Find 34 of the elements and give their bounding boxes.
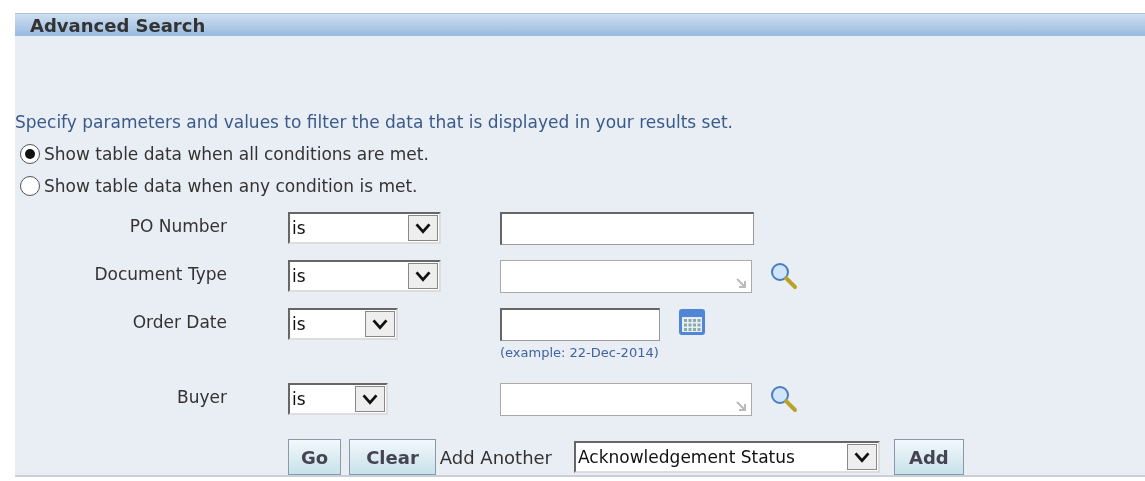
operator-select[interactable]: is (288, 308, 398, 340)
caret-icon (847, 444, 877, 470)
operator-select[interactable]: is (288, 212, 441, 244)
operator-select[interactable]: is (288, 383, 388, 415)
go-button[interactable]: Go (288, 439, 342, 475)
search-icon[interactable] (770, 385, 798, 413)
resize-corner-icon (735, 277, 747, 289)
radio-label: Show table data when all conditions are met. (44, 144, 429, 164)
condition-label: Order Date (132, 311, 227, 334)
condition-label: Document Type (94, 263, 227, 286)
caret-icon (408, 215, 438, 241)
caret-icon (408, 263, 438, 289)
operator-select[interactable]: is (288, 260, 441, 292)
caret-icon (365, 311, 395, 337)
panel-title: Advanced Search (30, 14, 206, 36)
field-select[interactable]: Acknowledgement Status (574, 441, 880, 473)
radio-button[interactable] (20, 144, 40, 164)
resize-corner-icon (735, 400, 747, 412)
caret-icon (355, 386, 385, 412)
value-field[interactable] (500, 260, 752, 293)
date-format-hint: (example: 22-Dec-2014) (500, 345, 659, 360)
add-another-label: Add Another (439, 446, 552, 468)
add-button[interactable]: Add (894, 439, 964, 475)
value-field[interactable] (500, 383, 752, 416)
search-icon[interactable] (770, 262, 798, 290)
radio-button[interactable] (20, 176, 40, 196)
clear-button[interactable]: Clear (349, 439, 436, 475)
condition-label: PO Number (129, 215, 227, 238)
instructions-text: Specify parameters and values to filter the data that is displayed in your results set. (15, 112, 734, 132)
condition-label: Buyer (177, 386, 227, 409)
calendar-icon[interactable] (678, 308, 706, 336)
value-field[interactable] (500, 212, 754, 245)
radio-label: Show table data when any condition is met. (44, 176, 418, 196)
date-field[interactable] (500, 308, 660, 341)
